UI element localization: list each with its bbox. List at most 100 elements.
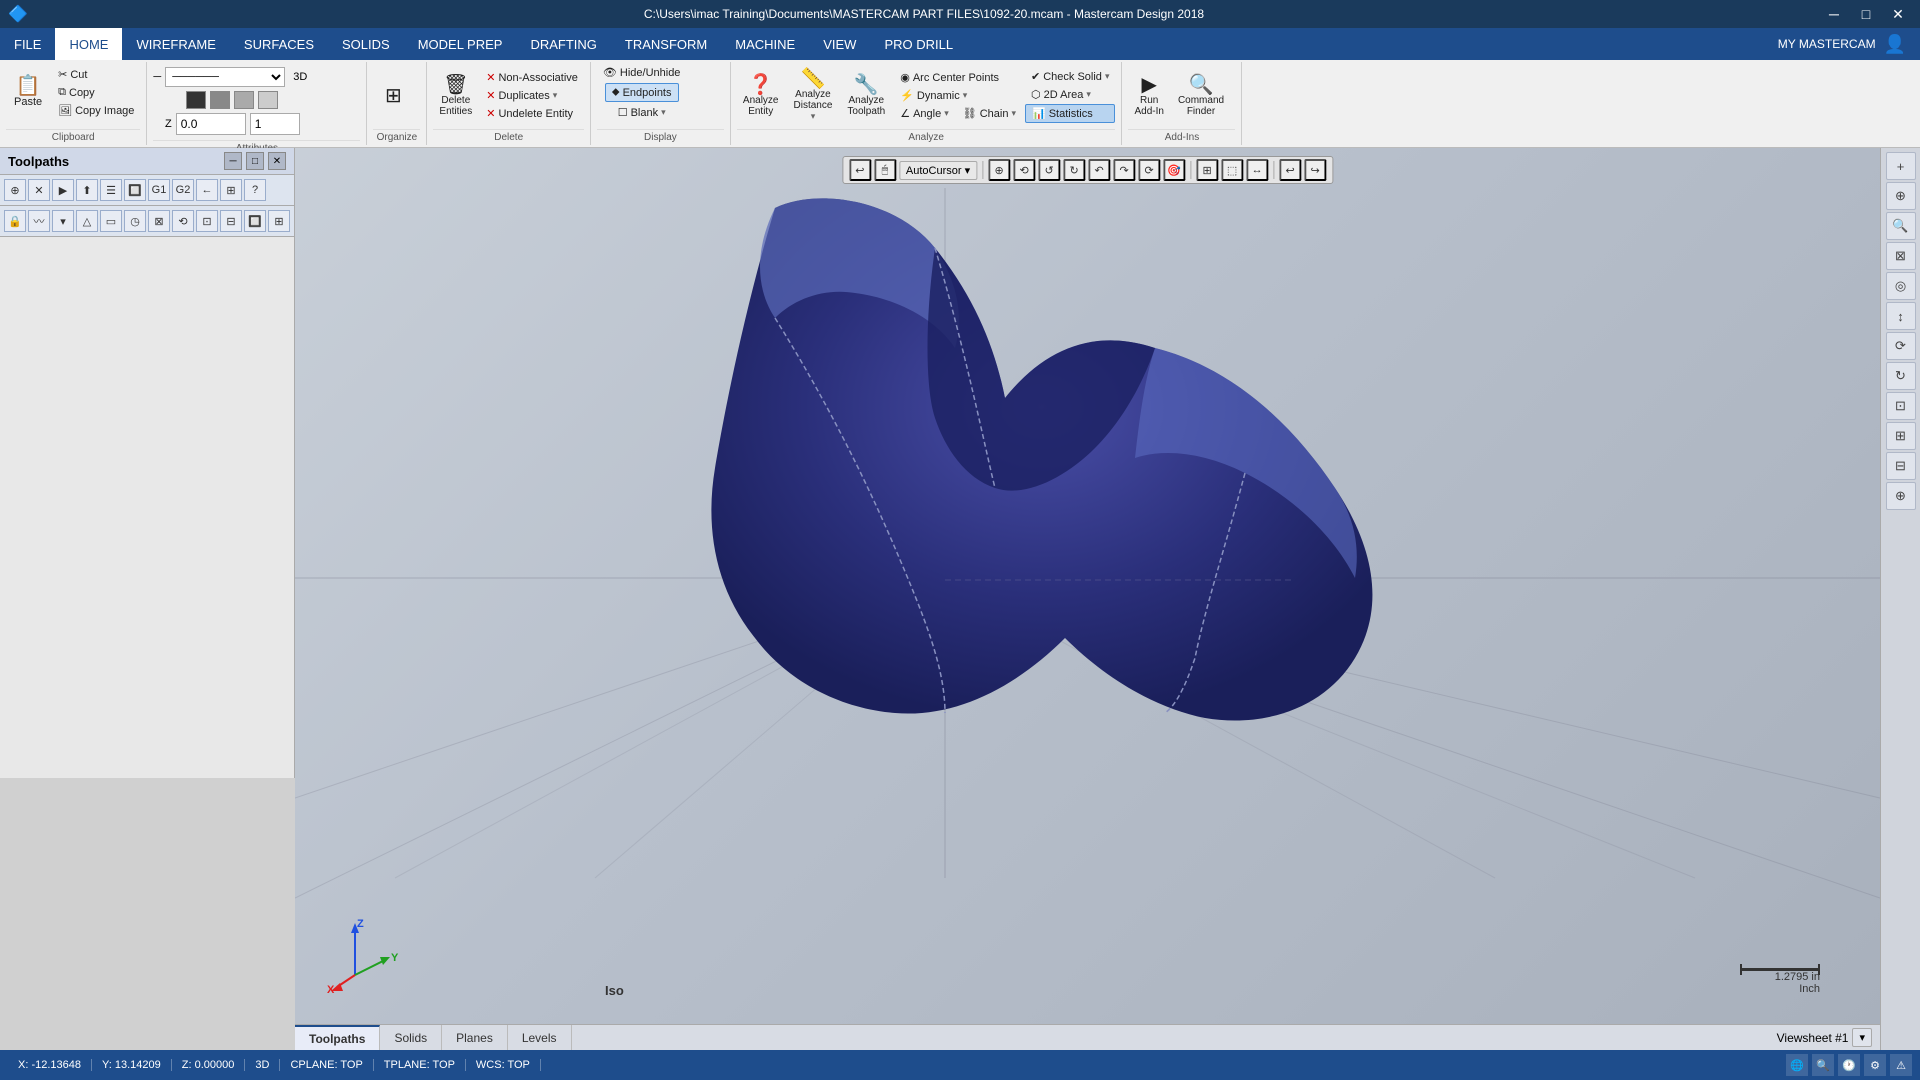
tp-btn-22[interactable]: 〰 [28,210,50,232]
sec-btn-12[interactable]: ↔ [1246,159,1268,181]
analyze-entity-button[interactable]: ❓ AnalyzeEntity [737,68,785,124]
tp-btn-23[interactable]: ▾ [52,210,74,232]
tp-btn-4[interactable]: ⬆ [76,179,98,201]
rt-btn-11[interactable]: ⊟ [1886,452,1916,480]
dynamic-button[interactable]: ⚡ Dynamic ▾ [894,87,1022,104]
menu-machine[interactable]: MACHINE [721,28,809,60]
angle-button[interactable]: ∠ Angle ▾ [894,105,955,122]
sec-btn-5[interactable]: ↻ [1063,159,1085,181]
tab-toolpaths[interactable]: Toolpaths [295,1025,380,1050]
menu-transform[interactable]: TRANSFORM [611,28,721,60]
menu-pro-drill[interactable]: PRO DRILL [870,28,967,60]
tab-levels[interactable]: Levels [508,1025,572,1050]
sec-btn-7[interactable]: ↷ [1113,159,1135,181]
autocursor-button[interactable]: AutoCursor ▾ [899,161,977,180]
menu-solids[interactable]: SOLIDS [328,28,404,60]
sec-btn-9[interactable]: 🎯 [1163,159,1185,181]
check-solid-button[interactable]: ✔ Check Solid ▾ [1025,68,1115,85]
line-style-select[interactable]: ────── [165,67,285,87]
menu-view[interactable]: VIEW [809,28,870,60]
rt-btn-8[interactable]: ↻ [1886,362,1916,390]
rt-btn-2[interactable]: ⊕ [1886,182,1916,210]
color-swatch[interactable] [186,91,206,109]
run-addin-button[interactable]: ▶ RunAdd-In [1128,68,1169,124]
tp-btn-10[interactable]: ⊞ [220,179,242,201]
sec-btn-undo[interactable]: ↩ [1279,159,1301,181]
tab-solids[interactable]: Solids [380,1025,442,1050]
copy-image-button[interactable]: 🖼 Copy Image [52,102,140,119]
endpoints-button[interactable]: ⬥ Endpoints [605,83,679,102]
status-warn-btn[interactable]: ⚠ [1890,1054,1912,1076]
copy-button[interactable]: ⧉ Copy [52,84,140,101]
rt-btn-3[interactable]: 🔍 [1886,212,1916,240]
z-input[interactable]: 0.0 [176,113,246,135]
status-globe-btn[interactable]: 🌐 [1786,1054,1808,1076]
tp-btn-30[interactable]: ⊟ [220,210,242,232]
blank-button[interactable]: ☐ Blank ▾ [612,104,672,121]
organize-button[interactable]: ⊞ [373,84,413,108]
tp-btn-5[interactable]: ☰ [100,179,122,201]
menu-wireframe[interactable]: WIREFRAME [122,28,229,60]
panel-close-btn[interactable]: ✕ [268,152,286,170]
rt-btn-9[interactable]: ⊡ [1886,392,1916,420]
rt-btn-6[interactable]: ↕ [1886,302,1916,330]
viewsheet-dropdown-btn[interactable]: ▾ [1852,1028,1872,1047]
menu-surfaces[interactable]: SURFACES [230,28,328,60]
viewport[interactable]: ↩ 🖱 AutoCursor ▾ ⊕ ⟲ ↺ ↻ ↶ ↷ ⟳ 🎯 ⊞ ⬚ ↔ ↩… [295,148,1880,1050]
hide-hidehide-button[interactable]: 👁 Hide/Unhide [597,64,687,81]
status-settings-btn[interactable]: ⚙ [1864,1054,1886,1076]
tp-btn-24[interactable]: △ [76,210,98,232]
tp-btn-2[interactable]: ✕ [28,179,50,201]
undelete-button[interactable]: ✕ Undelete Entity [480,105,584,122]
tp-btn-25[interactable]: ▭ [100,210,122,232]
paste-button[interactable]: 📋 Paste [6,64,50,120]
color-swatch3[interactable] [234,91,254,109]
sec-btn-2[interactable]: ⊕ [988,159,1010,181]
rt-btn-12[interactable]: ⊕ [1886,482,1916,510]
arc-center-points-button[interactable]: ◉ Arc Center Points [894,69,1022,86]
non-associative-button[interactable]: ✕ Non-Associative [480,69,584,86]
analyze-toolpath-button[interactable]: 🔧 AnalyzeToolpath [841,68,891,124]
menu-home[interactable]: HOME [55,28,122,60]
sec-btn-redo[interactable]: ↪ [1304,159,1326,181]
chain-button[interactable]: ⛓ Chain ▾ [957,105,1022,122]
tp-btn-27[interactable]: ⊠ [148,210,170,232]
panel-float-btn[interactable]: □ [246,152,264,170]
tp-btn-7[interactable]: G1 [148,179,170,201]
color-swatch2[interactable] [210,91,230,109]
rt-btn-5[interactable]: ◎ [1886,272,1916,300]
rt-btn-7[interactable]: ⟳ [1886,332,1916,360]
sec-btn-8[interactable]: ⟳ [1138,159,1160,181]
close-button[interactable]: ✕ [1884,4,1912,24]
delete-entities-button[interactable]: 🗑 DeleteEntities [433,68,478,124]
tp-btn-32[interactable]: ⊞ [268,210,290,232]
rt-btn-4[interactable]: ⊠ [1886,242,1916,270]
analyze-distance-button[interactable]: 📏 AnalyzeDistance ▾ [788,68,839,124]
rt-btn-1[interactable]: + [1886,152,1916,180]
sec-btn-10[interactable]: ⊞ [1196,159,1218,181]
tp-btn-21[interactable]: 🔒 [4,210,26,232]
status-zoom-btn[interactable]: 🔍 [1812,1054,1834,1076]
sec-btn-1[interactable]: ↩ [849,159,871,181]
tp-btn-9[interactable]: ← [196,179,218,201]
sec-btn-3[interactable]: ⟲ [1013,159,1035,181]
maximize-button[interactable]: □ [1852,4,1880,24]
cut-button[interactable]: ✂ Cut [52,66,140,83]
statistics-button[interactable]: 📊 Statistics [1025,104,1115,123]
sec-btn-4[interactable]: ↺ [1038,159,1060,181]
sec-btn-cursor[interactable]: 🖱 [874,159,896,181]
sec-btn-6[interactable]: ↶ [1088,159,1110,181]
tp-btn-1[interactable]: ⊕ [4,179,26,201]
tp-btn-6[interactable]: 🔲 [124,179,146,201]
tp-btn-28[interactable]: ⟲ [172,210,194,232]
tp-btn-29[interactable]: ⊡ [196,210,218,232]
menu-file[interactable]: FILE [0,28,55,60]
sec-btn-11[interactable]: ⬚ [1221,159,1243,181]
num-input[interactable]: 1 [250,113,300,135]
menu-model-prep[interactable]: MODEL PREP [404,28,517,60]
tp-btn-31[interactable]: 🔲 [244,210,266,232]
status-time-btn[interactable]: 🕐 [1838,1054,1860,1076]
tp-btn-8[interactable]: G2 [172,179,194,201]
duplicates-button[interactable]: ✕ Duplicates ▾ [480,87,584,104]
tp-btn-26[interactable]: ◷ [124,210,146,232]
